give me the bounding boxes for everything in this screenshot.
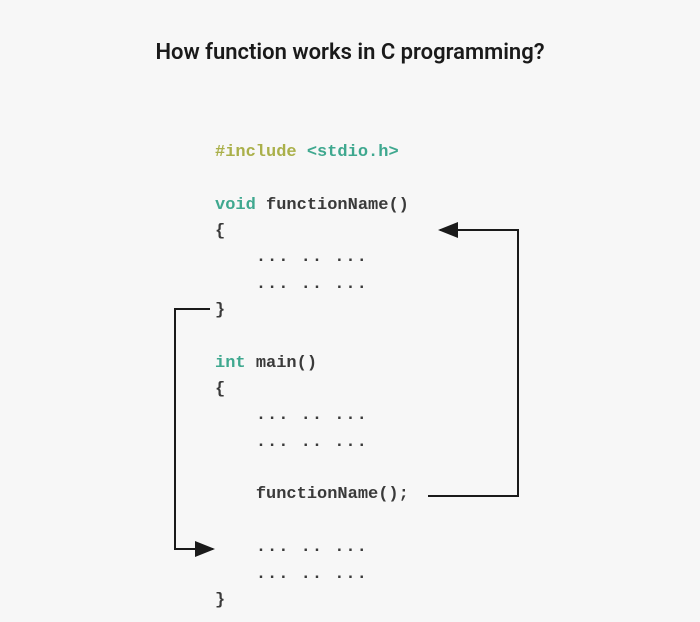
include-header: <stdio.h>	[307, 143, 399, 162]
line-include: #include <stdio.h>	[215, 140, 409, 166]
function-name: functionName	[266, 196, 388, 215]
main-name: main	[256, 354, 297, 373]
blank-line	[215, 324, 409, 350]
close-brace-fn: }	[215, 298, 409, 324]
include-keyword: #include	[215, 143, 307, 162]
line-fn-decl: void functionName()	[215, 193, 409, 219]
line-main-decl: int main()	[215, 351, 409, 377]
parens-main: ()	[297, 354, 317, 373]
void-keyword: void	[215, 196, 266, 215]
fn-body-dots-1: ... .. ...	[215, 245, 409, 271]
arrow-call-to-definition	[428, 230, 518, 496]
line-fn-call: functionName();	[215, 482, 409, 508]
arrow-return-to-main	[175, 309, 213, 549]
code-diagram: #include <stdio.h> void functionName() {…	[215, 140, 409, 614]
blank-line	[215, 166, 409, 192]
close-brace-main: }	[215, 588, 409, 614]
main-body-dots-2: ... .. ...	[215, 430, 409, 456]
blank-line	[215, 456, 409, 482]
int-keyword: int	[215, 354, 256, 373]
page-title: How function works in C programming?	[0, 0, 700, 65]
open-brace-main: {	[215, 377, 409, 403]
blank-line	[215, 509, 409, 535]
fn-body-dots-2: ... .. ...	[215, 272, 409, 298]
parens: ()	[388, 196, 408, 215]
main-body-dots-4: ... .. ...	[215, 562, 409, 588]
main-body-dots-1: ... .. ...	[215, 403, 409, 429]
main-body-dots-3: ... .. ...	[215, 535, 409, 561]
open-brace-fn: {	[215, 219, 409, 245]
